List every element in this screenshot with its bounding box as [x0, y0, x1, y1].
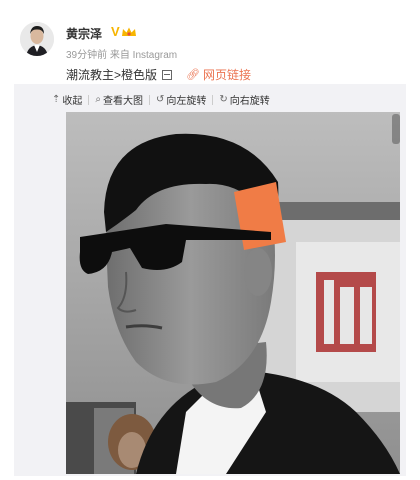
- view-large-label: 查看大图: [103, 96, 143, 107]
- crown-icon: [122, 27, 136, 36]
- divider: [149, 94, 150, 105]
- post-content: 潮流教主>橙色版 🔗︎ 网页链接: [66, 66, 251, 83]
- collapse-label: 收起: [62, 96, 83, 107]
- post-text: 潮流教主>橙色版: [66, 68, 158, 82]
- post-photo[interactable]: [66, 112, 400, 474]
- view-large-button[interactable]: ⌕ 查看大图: [95, 92, 143, 107]
- rotate-right-label: 向右旋转: [229, 96, 270, 107]
- scrollbar[interactable]: [392, 114, 400, 144]
- divider: [212, 94, 214, 105]
- link-icon: 🔗︎: [186, 69, 200, 81]
- zoom-icon: ⌕: [95, 94, 101, 105]
- verified-icon: V: [111, 24, 120, 39]
- post-meta: 39分钟前 来自 Instagram: [66, 50, 178, 61]
- user-name[interactable]: 黄宗泽: [66, 25, 102, 42]
- web-link[interactable]: 🔗︎ 网页链接: [186, 66, 251, 83]
- avatar[interactable]: [20, 22, 54, 56]
- rotate-right-icon: ↻: [219, 94, 228, 105]
- rotate-left-icon: ↺: [156, 94, 165, 105]
- rotate-right-button[interactable]: ↻ 向右旋转: [219, 92, 269, 107]
- rotate-left-label: 向左旋转: [166, 96, 207, 107]
- collapse-icon: ⇡: [52, 94, 61, 105]
- image-toolbar: ⇡ 收起 ⌕ 查看大图 ↺ 向左旋转 ↻ 向右旋转: [52, 92, 270, 107]
- collapse-button[interactable]: ⇡ 收起: [52, 92, 82, 107]
- web-link-label: 网页链接: [202, 68, 251, 82]
- rotate-left-button[interactable]: ↺ 向左旋转: [156, 92, 206, 107]
- divider: [88, 94, 90, 105]
- expand-box-icon: [162, 69, 173, 80]
